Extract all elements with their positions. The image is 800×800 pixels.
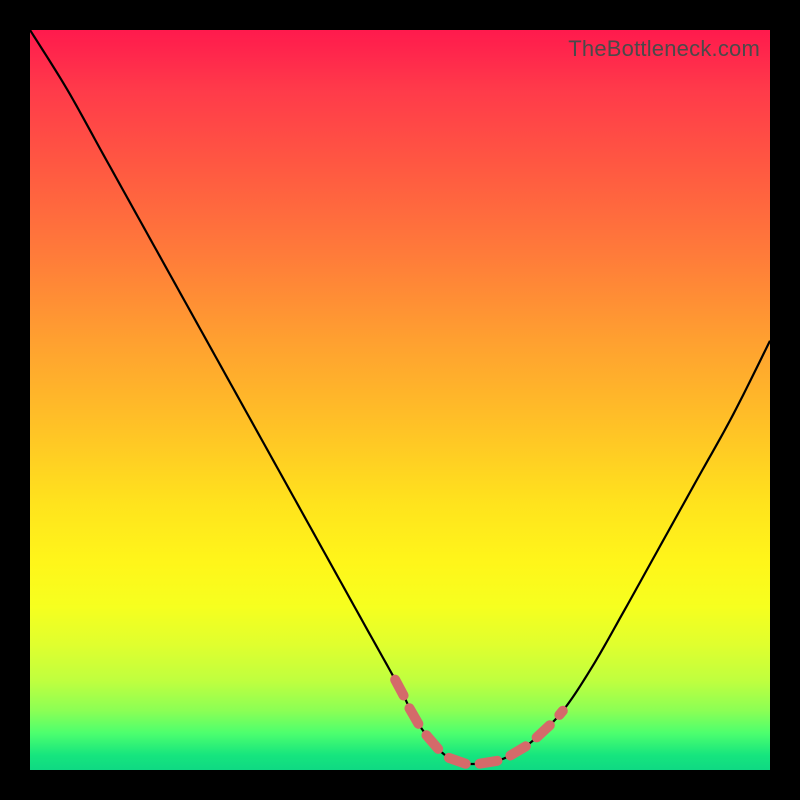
optimal-dash (395, 680, 403, 696)
optimal-marker (395, 680, 563, 764)
optimal-dash (426, 735, 438, 749)
optimal-dash (409, 708, 418, 724)
plot-area: TheBottleneck.com (30, 30, 770, 770)
optimal-dash (480, 761, 498, 764)
bottleneck-curve (30, 30, 770, 764)
optimal-dash (537, 725, 550, 737)
chart-frame: TheBottleneck.com (0, 0, 800, 800)
curve-layer (30, 30, 770, 770)
optimal-dash (559, 711, 562, 715)
optimal-dash (510, 746, 525, 755)
optimal-dash (449, 758, 466, 764)
